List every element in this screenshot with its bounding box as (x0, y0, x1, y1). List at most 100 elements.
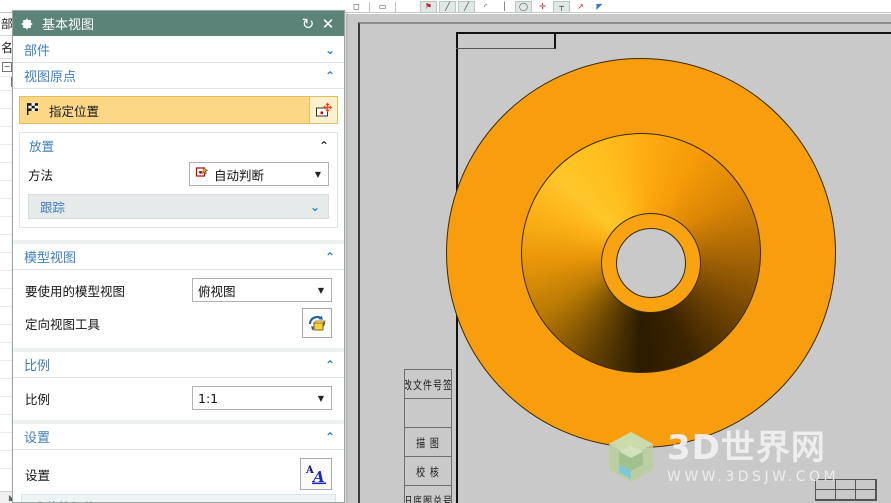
group-label-parts: 部件 (24, 44, 51, 59)
grid-cell (836, 490, 856, 500)
group-label-settings: 设置 (24, 431, 51, 446)
hidden-components-bar[interactable]: 隐藏的组件 ⌄ (21, 494, 336, 502)
orient-view-icon[interactable] (302, 308, 332, 338)
title-block-grid (815, 479, 877, 501)
grid-cell (856, 480, 876, 490)
view-arrow-icon[interactable]: ◤ (591, 1, 608, 13)
group-header-scale[interactable]: 比例 ⌃ (13, 352, 344, 378)
model-view-value: 俯视图 (198, 283, 236, 299)
application-window: ◻ ▭ ⚑ ╱ ╱ ◜ │ ◯ ✛ ┬ ↗ ◤ 部 名 − + (0, 0, 891, 503)
subgroup-header-placement[interactable]: 放置 ⌃ (20, 133, 337, 158)
chevron-up-icon[interactable]: ⌃ (325, 250, 335, 264)
subgroup-label-placement: 放置 (29, 139, 55, 154)
grid-cell (856, 490, 876, 500)
group-label-scale: 比例 (24, 359, 51, 374)
grid-cell (816, 480, 836, 490)
annotation-style-icon[interactable]: A A (300, 458, 332, 490)
chevron-down-icon[interactable]: ▼ (314, 286, 328, 295)
part-center-bore (616, 228, 686, 298)
chevron-up-icon[interactable]: ⌃ (325, 430, 335, 444)
model-part-flange[interactable] (446, 58, 836, 448)
checkered-flag-icon (26, 102, 42, 119)
group-body-scale: 比例 1:1 ▼ (13, 378, 344, 420)
base-view-dialog[interactable]: 基本视图 ↻ ✕ 部件 ⌄ 视图原点 ⌃ 指定位置 放置 ⌃ 方法 自动判断 ▼… (12, 10, 345, 503)
group-body-view-origin: 指定位置 放置 ⌃ 方法 自动判断 ▼ 跟踪 ⌄ (13, 96, 344, 240)
chevron-up-icon[interactable]: ⌃ (319, 139, 329, 153)
scale-field-row: 比例 1:1 ▼ (21, 384, 336, 412)
settings-field-row: 设置 A A (21, 456, 336, 492)
line-tool-icon[interactable]: ╱ (439, 0, 456, 13)
specify-location-button[interactable]: 指定位置 (19, 96, 310, 124)
flag-icon[interactable]: ⚑ (420, 0, 437, 13)
sheet-header-cell (456, 32, 556, 49)
group-header-parts[interactable]: 部件 ⌄ (13, 37, 344, 63)
title-block-row: 旧底图总号 (405, 486, 451, 503)
title-block-label: 旧底图总号 (405, 495, 451, 503)
model-view-dropdown[interactable]: 俯视图 ▼ (192, 278, 332, 302)
model-view-to-use-label: 要使用的模型视图 (25, 283, 126, 299)
circle-tool-icon[interactable]: ◯ (515, 0, 532, 13)
chevron-down-icon[interactable]: ⌄ (310, 200, 320, 214)
chevron-up-icon[interactable]: ⌃ (325, 358, 335, 372)
point-move-icon[interactable] (310, 96, 338, 124)
subgroup-body-placement: 方法 自动判断 ▼ 跟踪 ⌄ (20, 160, 337, 227)
chevron-down-icon[interactable]: ▼ (314, 394, 328, 403)
toolbar-separator (395, 1, 396, 12)
reset-button[interactable]: ↻ (298, 14, 318, 34)
chevron-down-icon[interactable]: ▼ (311, 170, 325, 179)
arc-tool-icon[interactable]: ◜ (477, 1, 494, 13)
misc-icon-2[interactable]: ▭ (374, 1, 391, 13)
scale-label: 比例 (25, 391, 51, 407)
title-block-label: 修改文件号签字 (405, 379, 451, 393)
dialog-title: 基本视图 (42, 18, 95, 33)
orient-tool-field-row: 定向视图工具 (21, 306, 336, 340)
title-block-row: 校 核 (405, 457, 451, 486)
model-view-field-row: 要使用的模型视图 俯视图 ▼ (21, 276, 336, 304)
group-header-view-origin[interactable]: 视图原点 ⌃ (13, 63, 344, 89)
point-marker-icon[interactable]: ✛ (534, 1, 551, 13)
scale-value: 1:1 (198, 390, 219, 406)
title-block-label: 描 图 (416, 437, 440, 451)
toolbar-left-group: ◻ ▭ (348, 0, 398, 13)
inferred-icon (195, 166, 209, 183)
placement-subgroup: 放置 ⌃ 方法 自动判断 ▼ 跟踪 ⌄ (19, 132, 338, 228)
title-block-row: . (405, 399, 451, 428)
method-label: 方法 (28, 167, 54, 183)
grid-cell (836, 480, 856, 490)
vertical-line-icon[interactable]: │ (496, 1, 513, 13)
group-body-model-view: 要使用的模型视图 俯视图 ▼ 定向视图工具 (13, 270, 344, 348)
grid-cell (816, 490, 836, 500)
title-block-row: 描 图 (405, 428, 451, 457)
group-header-model-view[interactable]: 模型视图 ⌃ (13, 244, 344, 270)
method-dropdown[interactable]: 自动判断 ▼ (189, 162, 329, 186)
dialog-title-bar[interactable]: 基本视图 ↻ ✕ (13, 11, 344, 36)
group-label-view-origin: 视图原点 (24, 70, 77, 85)
hidden-components-label: 隐藏的组件 (33, 497, 317, 502)
specify-location-row[interactable]: 指定位置 (19, 96, 338, 124)
chevron-down-icon[interactable]: ⌄ (317, 500, 327, 503)
settings-label: 设置 (25, 467, 51, 483)
orient-tool-label: 定向视图工具 (25, 316, 101, 332)
tree-expander-collapse[interactable]: − (2, 62, 12, 72)
chevron-down-icon[interactable]: ⌄ (325, 43, 335, 57)
title-block-label: 校 核 (416, 466, 440, 480)
scale-dropdown[interactable]: 1:1 ▼ (192, 386, 332, 410)
title-block: 修改文件号签字 . 描 图 校 核 旧底图总号 (404, 369, 452, 503)
specify-location-label: 指定位置 (49, 103, 100, 119)
leader-icon[interactable]: ↗ (572, 1, 589, 13)
method-value: 自动判断 (214, 167, 265, 183)
chevron-up-icon[interactable]: ⌃ (325, 69, 335, 83)
dimension-icon[interactable]: ┬ (553, 0, 570, 13)
gear-icon (20, 17, 34, 31)
title-block-row: 修改文件号签字 (405, 370, 451, 399)
group-body-settings: 设置 A A 隐藏的组件 ⌄ 非剖切 ⌄ (13, 450, 344, 502)
close-button[interactable]: ✕ (318, 14, 338, 34)
tracking-collapsed-bar[interactable]: 跟踪 ⌄ (28, 194, 329, 219)
tracking-label: 跟踪 (40, 200, 66, 215)
line-tool-2-icon[interactable]: ╱ (458, 0, 475, 13)
toolbar-main-group: ⚑ ╱ ╱ ◜ │ ◯ ✛ ┬ ↗ ◤ (420, 0, 608, 13)
toolbar-separator (369, 1, 370, 12)
method-field-row: 方法 自动判断 ▼ (28, 160, 329, 188)
misc-icon-1[interactable]: ◻ (348, 1, 365, 13)
group-header-settings[interactable]: 设置 ⌃ (13, 424, 344, 450)
